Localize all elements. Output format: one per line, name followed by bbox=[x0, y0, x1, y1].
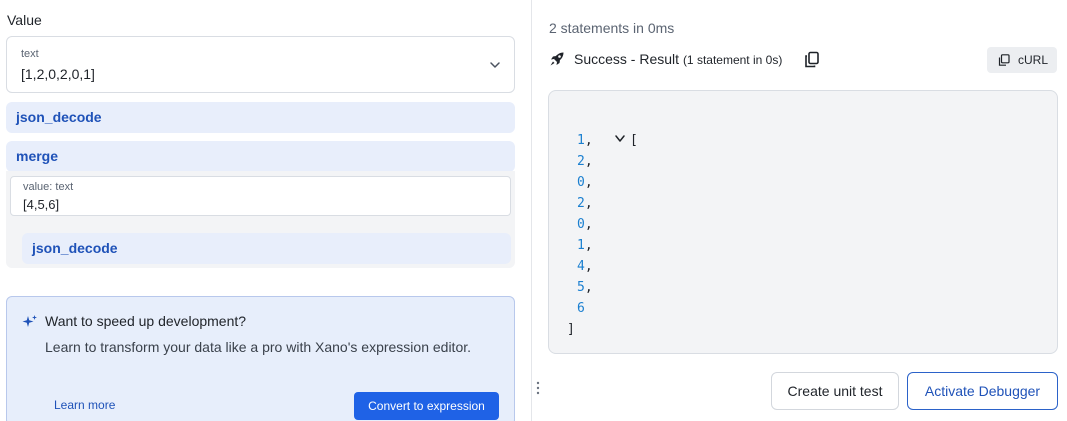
activate-debugger-button[interactable]: Activate Debugger bbox=[907, 372, 1058, 410]
field-value: [1,2,0,2,0,1] bbox=[21, 66, 95, 82]
json-tree: [ 1, 2, 0, 2, 0, 1, 4, 5, 6 ] bbox=[567, 109, 638, 340]
merge-value-label: value: text bbox=[23, 181, 74, 193]
copy-icon bbox=[998, 54, 1010, 66]
convert-to-expression-button[interactable]: Convert to expression bbox=[354, 392, 499, 420]
panel-divider bbox=[531, 0, 532, 421]
filter-json-decode[interactable]: json_decode bbox=[6, 102, 515, 133]
statements-summary: 2 statements in 0ms bbox=[549, 20, 675, 36]
curl-button[interactable]: cURL bbox=[987, 47, 1057, 73]
field-label: text bbox=[21, 48, 39, 60]
chevron-down-icon[interactable] bbox=[488, 58, 502, 72]
learn-more-link[interactable]: Learn more bbox=[54, 398, 115, 412]
create-unit-test-button[interactable]: Create unit test bbox=[771, 372, 899, 410]
drag-handle-icon[interactable] bbox=[535, 381, 541, 395]
merge-value-field[interactable]: value: text [4,5,6] bbox=[10, 176, 511, 216]
json-item: 0, bbox=[577, 175, 593, 190]
expression-promo-card: Want to speed up development? Learn to t… bbox=[6, 296, 515, 421]
json-close-bracket: ] bbox=[567, 322, 575, 337]
json-item: 4, bbox=[577, 259, 593, 274]
value-type-select[interactable]: text [1,2,0,2,0,1] bbox=[6, 36, 515, 93]
curl-label: cURL bbox=[1018, 53, 1049, 67]
sparkle-icon bbox=[22, 315, 37, 327]
json-item: 1, bbox=[577, 238, 593, 253]
json-item: 6 bbox=[577, 301, 585, 316]
copy-icon[interactable] bbox=[804, 51, 820, 68]
json-item: 0, bbox=[577, 217, 593, 232]
chevron-down-icon[interactable] bbox=[614, 133, 630, 145]
filter-merge[interactable]: merge bbox=[6, 141, 515, 172]
json-open-bracket: [ bbox=[629, 133, 638, 148]
result-viewer: [ 1, 2, 0, 2, 0, 1, 4, 5, 6 ] bbox=[548, 90, 1058, 354]
result-status: Success - Result (1 statement in 0s) bbox=[574, 51, 782, 67]
json-open-row: [ bbox=[567, 109, 638, 148]
filter-editor-panel: Value text [1,2,0,2,0,1] json_decode mer… bbox=[0, 0, 530, 421]
rocket-icon bbox=[550, 52, 564, 66]
promo-description: Learn to transform your data like a pro … bbox=[45, 339, 472, 355]
json-item: 2, bbox=[577, 154, 593, 169]
status-text: Success - Result bbox=[574, 51, 680, 67]
nested-filter-json-decode[interactable]: json_decode bbox=[22, 233, 511, 264]
value-label: Value bbox=[7, 12, 42, 28]
promo-title: Want to speed up development? bbox=[45, 313, 247, 329]
status-subtext: (1 statement in 0s) bbox=[682, 53, 783, 67]
json-item: 2, bbox=[577, 196, 593, 211]
json-item: 5, bbox=[577, 280, 593, 295]
merge-value-text: [4,5,6] bbox=[23, 197, 60, 212]
